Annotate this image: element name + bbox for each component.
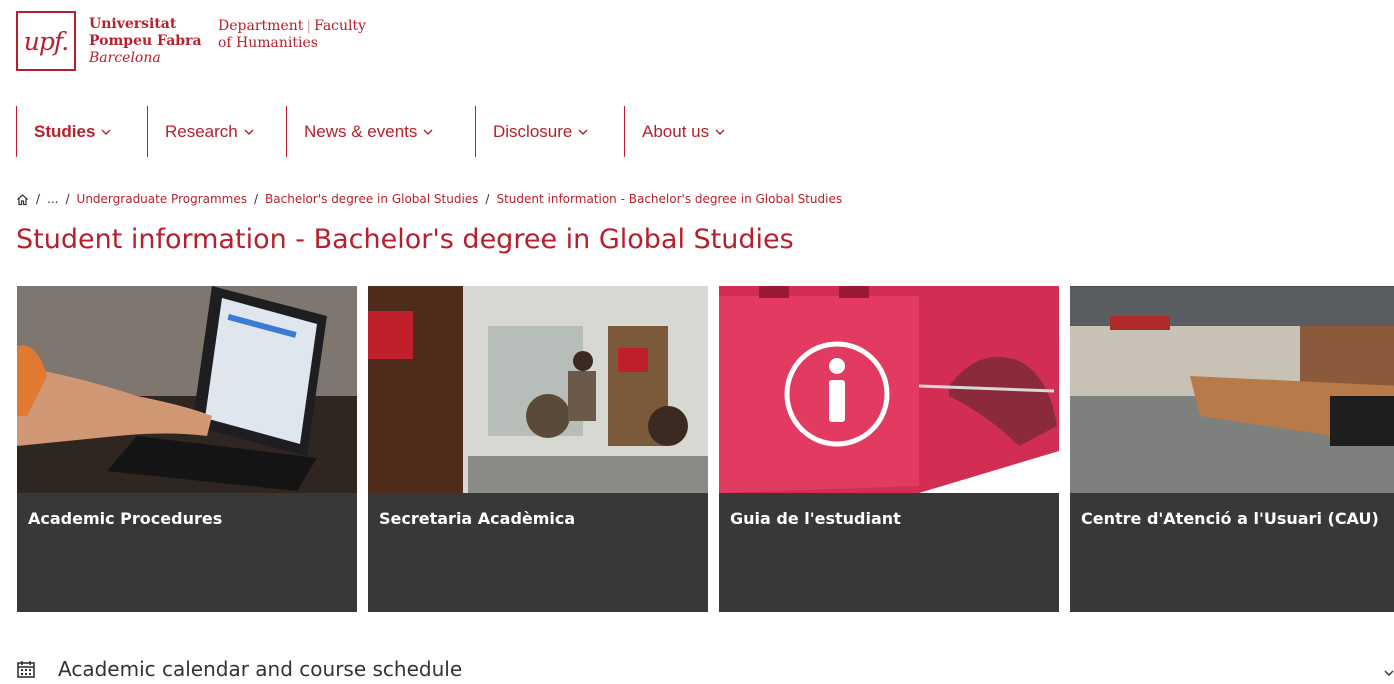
department-label: Department xyxy=(218,18,304,34)
chevron-down-icon xyxy=(715,129,725,135)
chevron-down-icon xyxy=(244,129,254,135)
nav-item-disclosure[interactable]: Disclosure xyxy=(475,106,624,157)
card-label: Centre d'Atenció a l'Usuari (CAU) xyxy=(1070,493,1394,612)
library-photo xyxy=(1070,286,1394,493)
nav-item-label: About us xyxy=(642,121,710,141)
nav-item-research[interactable]: Research xyxy=(147,106,286,157)
card-grid: Academic Procedures Secretaria Acadèmica xyxy=(17,286,1394,612)
office-photo xyxy=(368,286,708,493)
nav-item-label: Studies xyxy=(34,121,96,141)
university-name-line2: Pompeu Fabra xyxy=(89,33,202,49)
breadcrumb-link-current[interactable]: Student information - Bachelor's degree … xyxy=(496,192,842,206)
nav-item-label: News & events xyxy=(304,121,418,141)
card-image xyxy=(719,286,1059,493)
main-nav: Studies Research News & events Disclosur… xyxy=(16,106,742,157)
breadcrumb-separator: / xyxy=(254,192,259,206)
card-image xyxy=(17,286,357,493)
nav-item-about-us[interactable]: About us xyxy=(624,106,742,157)
card-label: Secretaria Acadèmica xyxy=(368,493,708,612)
card-academic-procedures[interactable]: Academic Procedures xyxy=(17,286,357,612)
breadcrumb: / ... / Undergraduate Programmes / Bache… xyxy=(16,192,842,206)
card-label: Guia de l'estudiant xyxy=(719,493,1059,612)
nav-item-studies[interactable]: Studies xyxy=(16,106,147,157)
calendar-icon xyxy=(17,661,35,678)
breadcrumb-separator: / xyxy=(65,192,70,206)
card-secretaria-academica[interactable]: Secretaria Acadèmica xyxy=(368,286,708,612)
card-image xyxy=(368,286,708,493)
chevron-down-icon xyxy=(423,129,433,135)
breadcrumb-separator: / xyxy=(36,192,41,206)
upf-logo[interactable]: upf. xyxy=(16,11,76,71)
breadcrumb-ellipsis[interactable]: ... xyxy=(47,192,58,206)
page-title: Student information - Bachelor's degree … xyxy=(16,224,794,255)
chevron-down-icon xyxy=(578,129,588,135)
home-icon[interactable] xyxy=(16,193,29,206)
nav-item-news-events[interactable]: News & events xyxy=(286,106,475,157)
card-guia-estudiant[interactable]: Guia de l'estudiant xyxy=(719,286,1059,612)
faculty-label: Faculty xyxy=(314,18,367,34)
card-label: Academic Procedures xyxy=(17,493,357,612)
university-name-line3: Barcelona xyxy=(89,50,161,66)
department-name[interactable]: Department | Faculty of Humanities xyxy=(218,18,366,52)
info-calendar-photo xyxy=(719,286,1059,493)
card-cau[interactable]: Centre d'Atenció a l'Usuari (CAU) xyxy=(1070,286,1394,612)
breadcrumb-separator: / xyxy=(485,192,490,206)
university-name-line1: Universitat xyxy=(89,16,177,32)
chevron-down-icon[interactable] xyxy=(1384,668,1394,678)
university-name[interactable]: Universitat Pompeu Fabra Barcelona xyxy=(89,16,202,67)
nav-item-label: Disclosure xyxy=(493,121,573,141)
department-line2: of Humanities xyxy=(218,35,318,51)
nav-item-label: Research xyxy=(165,121,238,141)
chevron-down-icon xyxy=(101,129,111,135)
department-separator: | xyxy=(306,18,312,34)
accordion-label: Academic calendar and course schedule xyxy=(58,657,463,681)
academic-calendar-accordion[interactable]: Academic calendar and course schedule xyxy=(16,657,462,681)
laptop-photo xyxy=(17,286,357,493)
breadcrumb-link-bachelor[interactable]: Bachelor's degree in Global Studies xyxy=(265,192,478,206)
card-image xyxy=(1070,286,1394,493)
breadcrumb-link-undergraduate[interactable]: Undergraduate Programmes xyxy=(77,192,247,206)
